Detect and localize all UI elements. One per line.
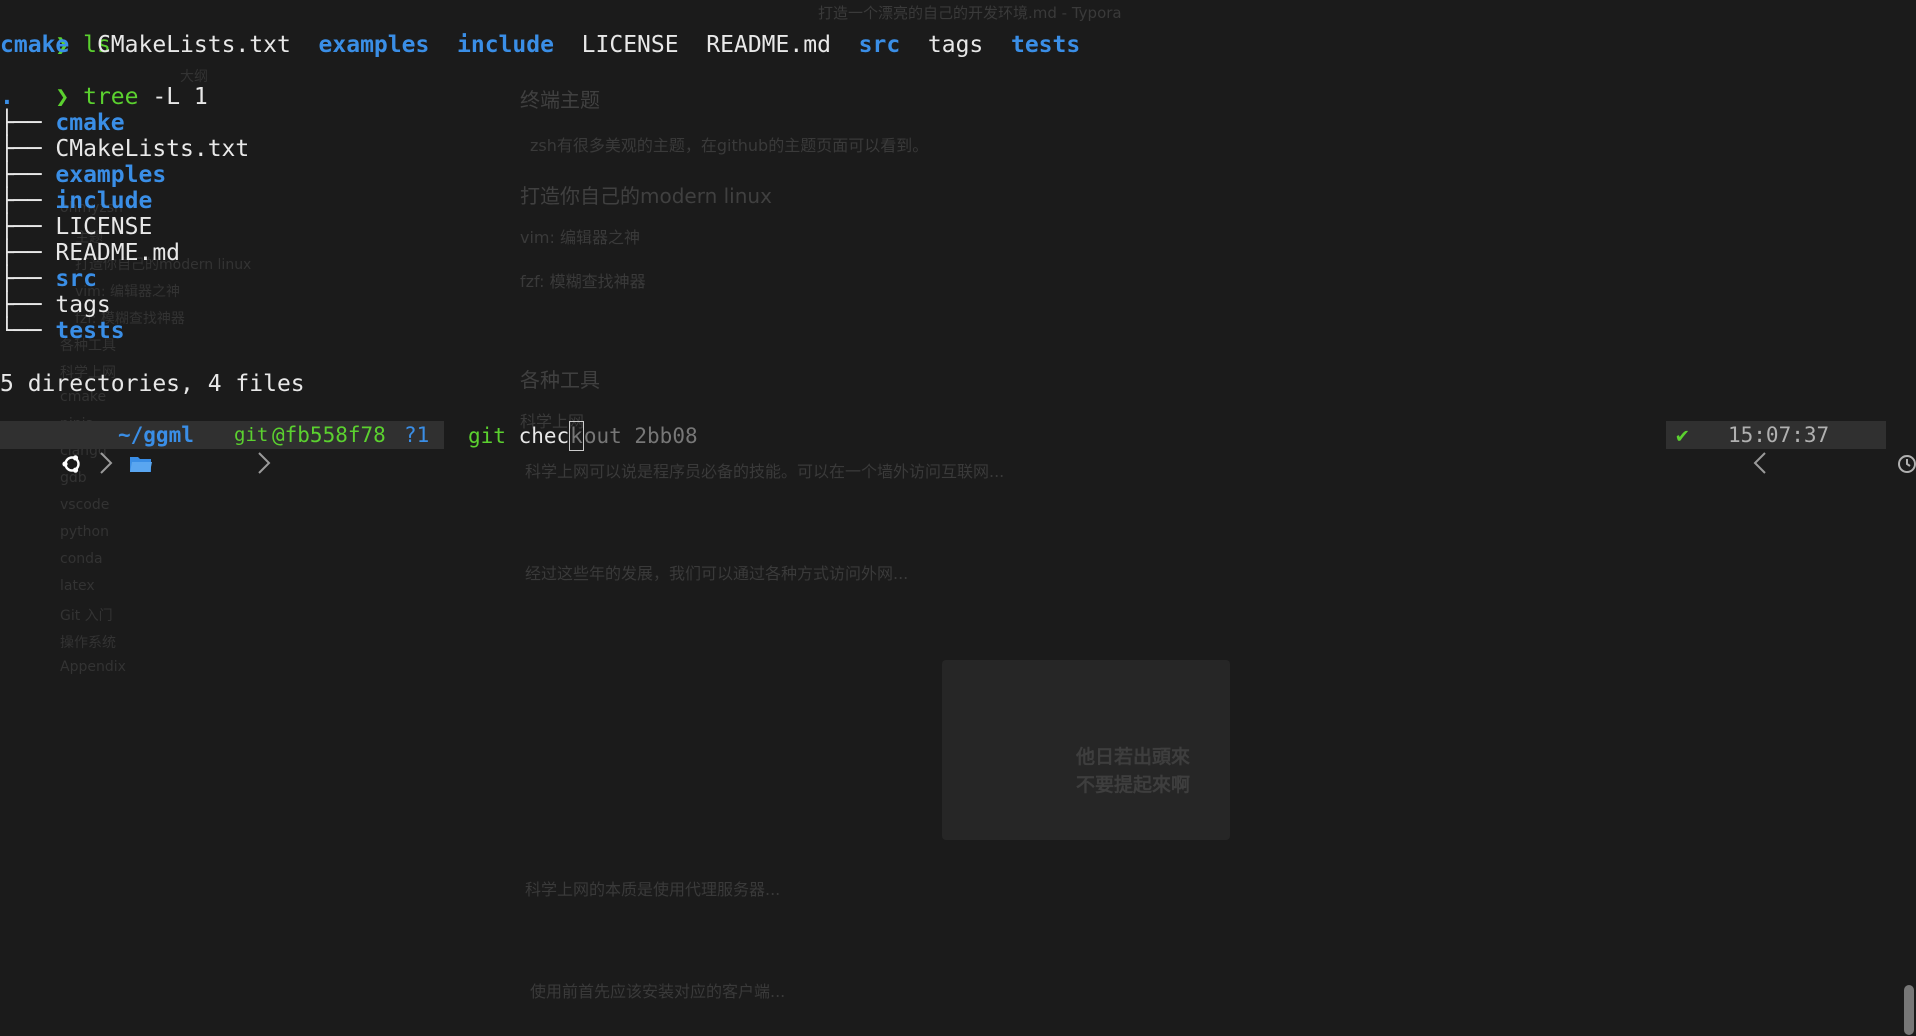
command-line-tree: ❯ tree -L 1 [0, 58, 207, 110]
prompt-arrow-icon: ❯ [55, 84, 70, 110]
ls-entry-dir: include [457, 32, 554, 58]
tree-row: ├── cmake [0, 110, 125, 136]
tree-row: ├── src [0, 266, 97, 292]
tree-entry-file: README.md [55, 240, 181, 266]
tree-branch: ├── [0, 162, 56, 188]
git-label: git [234, 424, 269, 446]
tree-row: ├── CMakeLists.txt [0, 136, 249, 162]
ls-output: cmake CMakeLists.txt examples include LI… [0, 32, 1080, 58]
tree-entry-file: tags [55, 292, 111, 318]
command-args: -L 1 [138, 84, 208, 110]
command-program: tree [83, 84, 139, 110]
ls-entry-file: tags [927, 32, 984, 58]
tree-entry-dir: tests [55, 318, 125, 344]
ls-entry-file: LICENSE [581, 32, 679, 58]
git-status: ?1 [404, 423, 430, 447]
ls-entry-dir: cmake [0, 32, 70, 58]
tree-branch: ├── [0, 292, 56, 318]
tree-branch: ├── [0, 188, 56, 214]
ls-entry-dir: src [858, 32, 901, 58]
prompt-time: 15:07:37 [1728, 423, 1830, 447]
ls-entry-file: README.md [706, 32, 831, 58]
tree-entry-dir: include [55, 188, 153, 214]
tree-row: ├── tags [0, 292, 111, 318]
tree-root: . [0, 84, 14, 110]
tree-entry-file: CMakeLists.txt [55, 136, 250, 162]
tree-row: ├── LICENSE [0, 214, 152, 240]
command-line-ls: ❯ ls [0, 6, 110, 58]
terminal[interactable]: ❯ ls cmake CMakeLists.txt examples inclu… [0, 0, 1916, 1036]
tree-branch: ├── [0, 136, 56, 162]
tree-row: ├── examples [0, 162, 166, 188]
tree-row: ├── README.md [0, 240, 180, 266]
tree-entry-file: LICENSE [55, 214, 153, 240]
success-check-icon: ✔ [1676, 423, 1689, 447]
tree-entry-dir: examples [55, 162, 167, 188]
ls-entry-dir: tests [1010, 32, 1081, 58]
tree-row: ├── include [0, 188, 152, 214]
autosuggestion: out 2bb08 [583, 424, 698, 448]
command-input[interactable]: git checkout 2bb08 [468, 421, 698, 451]
tree-entry-dir: src [55, 266, 97, 292]
text-cursor: k [569, 421, 584, 451]
ls-entry-dir: examples [318, 32, 430, 58]
tree-summary: 5 directories, 4 files [0, 371, 305, 397]
ls-entry-file: CMakeLists.txt [96, 32, 291, 58]
tree-branch: ├── [0, 214, 56, 240]
clock-icon [1846, 421, 1916, 473]
prompt-path: ~/ggml [118, 423, 194, 447]
tree-entry-dir: cmake [55, 110, 125, 136]
tree-branch: ├── [0, 240, 56, 266]
tree-row: └── tests [0, 318, 125, 344]
input-command: git [468, 424, 506, 448]
git-commit-hash: @fb558f78 [272, 423, 386, 447]
tree-branch: ├── [0, 110, 56, 136]
tree-branch: └── [0, 318, 56, 344]
tree-branch: ├── [0, 266, 56, 292]
input-typed: chec [505, 424, 570, 448]
